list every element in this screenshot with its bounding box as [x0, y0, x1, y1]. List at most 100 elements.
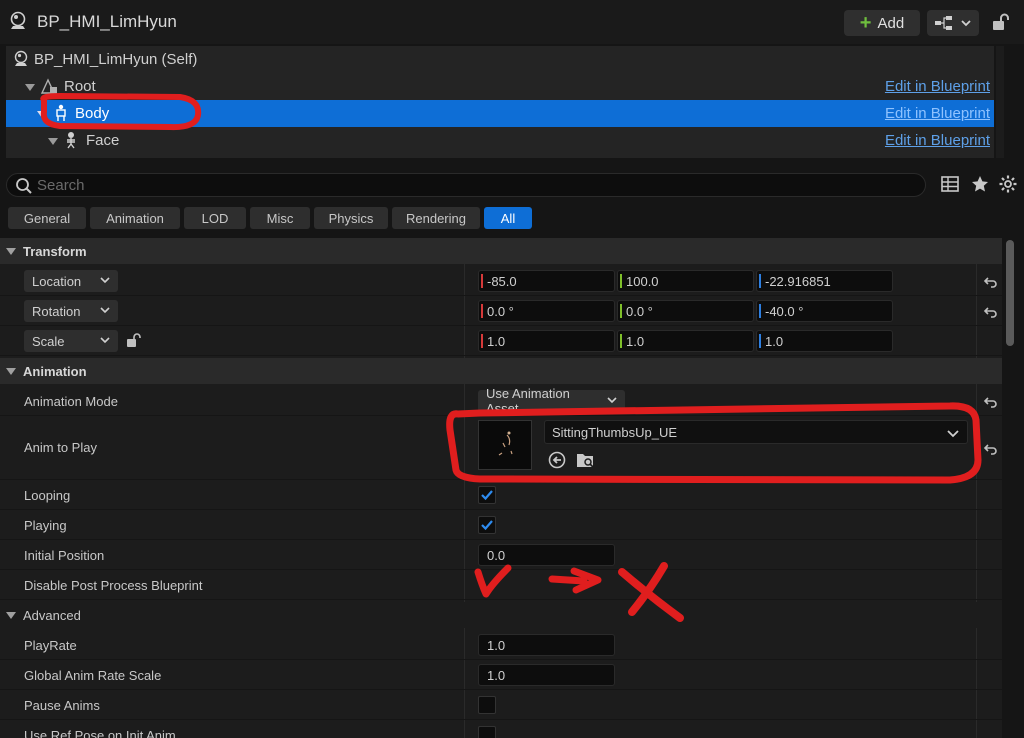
anim-asset-dropdown[interactable]: SittingThumbsUp_UE — [544, 420, 968, 444]
tree-item-label: BP_HMI_LimHyun (Self) — [34, 51, 198, 68]
tree-item-face[interactable]: Face Edit in Blueprint — [6, 127, 994, 154]
use-selected-asset-icon[interactable] — [548, 451, 566, 469]
category-animation[interactable]: Animation — [0, 358, 1002, 384]
lock-ratio-icon[interactable] — [126, 332, 142, 348]
reset-to-default-icon[interactable] — [982, 440, 998, 456]
animation-thumbnail-image — [498, 431, 513, 456]
tree-scrollbar[interactable] — [996, 46, 1004, 158]
details-header: BP_HMI_LimHyun + Add — [0, 0, 1024, 44]
scale-x-field[interactable]: 1.0 — [478, 330, 615, 352]
category-title: Advanced — [23, 608, 81, 623]
rotation-mode-dropdown[interactable]: Rotation — [24, 300, 118, 322]
category-title: Transform — [23, 244, 87, 259]
expand-arrow-icon[interactable] — [37, 111, 47, 118]
value: -40.0 ° — [765, 303, 804, 319]
animation-mode-dropdown[interactable]: Use Animation Asset — [478, 386, 625, 416]
skeleton-icon — [67, 132, 75, 149]
details-scrollbar[interactable] — [1002, 238, 1024, 738]
category-transform[interactable]: Transform — [0, 238, 1002, 264]
search-box[interactable] — [6, 173, 926, 197]
property-label: PlayRate — [24, 638, 77, 653]
tree-item-body[interactable]: Body Edit in Blueprint — [6, 100, 994, 127]
property-playing: Playing — [0, 510, 1002, 540]
edit-in-blueprint-link[interactable]: Edit in Blueprint — [885, 132, 990, 149]
location-y-field[interactable]: 100.0 — [617, 270, 754, 292]
hierarchy-button[interactable] — [927, 10, 979, 36]
tab-misc[interactable]: Misc — [250, 207, 310, 229]
scale-y-field[interactable]: 1.0 — [617, 330, 754, 352]
location-z-field[interactable]: -22.916851 — [756, 270, 893, 292]
property-label: Use Ref Pose on Init Anim — [24, 728, 176, 738]
location-mode-dropdown[interactable]: Location — [24, 270, 118, 292]
component-tree: BP_HMI_LimHyun (Self) Root Edit in Bluep… — [6, 46, 994, 158]
scale-z-field[interactable]: 1.0 — [756, 330, 893, 352]
tree-item-label: Face — [86, 132, 120, 149]
tab-all[interactable]: All — [484, 207, 532, 229]
category-title: Animation — [23, 364, 87, 379]
global-anim-rate-field[interactable]: 1.0 — [478, 664, 615, 686]
collapse-arrow-icon — [6, 612, 16, 619]
property-disable-post-process: Disable Post Process Blueprint — [0, 570, 1002, 600]
x-axis-marker — [481, 334, 483, 348]
property-looping: Looping — [0, 480, 1002, 510]
expand-arrow-icon[interactable] — [48, 138, 58, 145]
tab-lod[interactable]: LOD — [184, 207, 246, 229]
value: 1.0 — [487, 667, 506, 683]
tab-rendering[interactable]: Rendering — [392, 207, 480, 229]
rotation-z-field[interactable]: -40.0 ° — [756, 300, 893, 322]
dropdown-label: Location — [32, 273, 82, 289]
rotation-y-field[interactable]: 0.0 ° — [617, 300, 754, 322]
tab-physics[interactable]: Physics — [314, 207, 388, 229]
tab-animation[interactable]: Animation — [90, 207, 180, 229]
value: -22.916851 — [765, 273, 831, 289]
reset-to-default-icon[interactable] — [982, 393, 998, 409]
value: 0.0 ° — [626, 303, 653, 319]
value: -85.0 — [487, 273, 517, 289]
gear-icon[interactable] — [998, 174, 1018, 194]
y-axis-marker — [620, 274, 622, 288]
property-initial-position: Initial Position 0.0 — [0, 540, 1002, 570]
filter-tabs: General Animation LOD Misc Physics Rende… — [8, 207, 532, 229]
plus-icon: + — [859, 12, 872, 34]
scene-component-icon — [40, 78, 57, 94]
value: 1.0 — [765, 333, 784, 349]
category-advanced[interactable]: Advanced — [0, 602, 1002, 628]
unlock-icon[interactable] — [990, 12, 1010, 32]
table-view-icon[interactable] — [940, 174, 960, 194]
chevron-down-icon — [607, 397, 617, 404]
search-input[interactable] — [37, 176, 897, 194]
scrollbar-thumb[interactable] — [1006, 240, 1014, 346]
tab-general[interactable]: General — [8, 207, 86, 229]
scale-mode-dropdown[interactable]: Scale — [24, 330, 118, 352]
initial-position-field[interactable]: 0.0 — [478, 544, 615, 566]
property-location: Location -85.0 100.0 -22.916851 — [0, 266, 1002, 296]
property-label: Pause Anims — [24, 698, 100, 713]
rotation-x-field[interactable]: 0.0 ° — [478, 300, 615, 322]
chevron-down-icon — [961, 20, 971, 27]
skeletal-mesh-icon — [56, 104, 66, 121]
playing-checkbox[interactable] — [478, 516, 496, 534]
looping-checkbox[interactable] — [478, 486, 496, 504]
location-x-field[interactable]: -85.0 — [478, 270, 615, 292]
edit-in-blueprint-link[interactable]: Edit in Blueprint — [885, 78, 990, 95]
reset-to-default-icon[interactable] — [982, 303, 998, 319]
chevron-down-icon — [100, 277, 110, 284]
browse-asset-icon[interactable] — [576, 451, 594, 469]
property-pause-anims: Pause Anims — [0, 690, 1002, 720]
add-component-button[interactable]: + Add — [844, 10, 920, 36]
x-axis-marker — [481, 304, 483, 318]
property-label: Initial Position — [24, 548, 105, 563]
pause-anims-checkbox[interactable] — [478, 696, 496, 714]
edit-in-blueprint-link[interactable]: Edit in Blueprint — [885, 105, 990, 122]
y-axis-marker — [620, 334, 622, 348]
tree-item-self[interactable]: BP_HMI_LimHyun (Self) — [6, 46, 994, 73]
star-icon[interactable] — [970, 174, 990, 194]
asset-thumbnail[interactable] — [478, 420, 532, 470]
reset-to-default-icon[interactable] — [982, 273, 998, 289]
asset-name: SittingThumbsUp_UE — [552, 424, 677, 440]
expand-arrow-icon[interactable] — [25, 84, 35, 91]
z-axis-marker — [759, 304, 761, 318]
playrate-field[interactable]: 1.0 — [478, 634, 615, 656]
tree-item-root[interactable]: Root Edit in Blueprint — [6, 73, 994, 100]
use-ref-pose-checkbox[interactable] — [478, 726, 496, 738]
